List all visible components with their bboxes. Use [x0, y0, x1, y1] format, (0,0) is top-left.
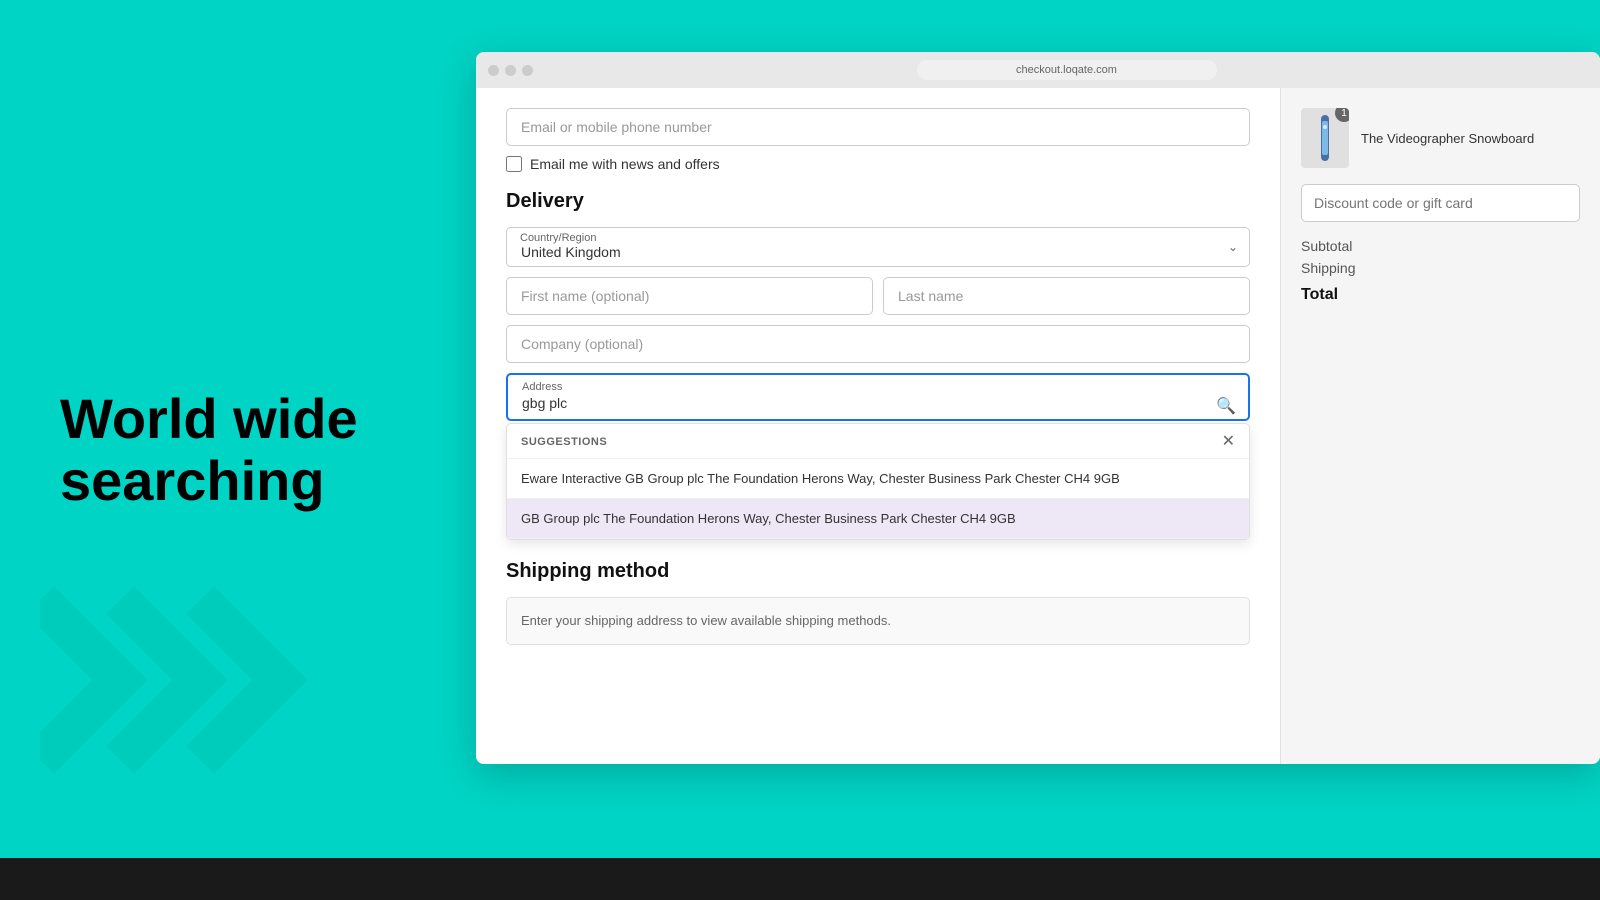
subtotal-label: Subtotal	[1301, 238, 1352, 254]
address-input[interactable]	[508, 393, 1204, 419]
order-totals: Subtotal Shipping Total	[1301, 238, 1580, 304]
discount-input[interactable]	[1301, 184, 1580, 222]
email-input[interactable]	[506, 108, 1250, 146]
hero-text: World wide searching	[60, 388, 480, 511]
search-icon: 🔍	[1216, 398, 1236, 415]
address-wrapper: Address 🔍 SUGGESTIONS ✕ Eware Interactiv	[506, 373, 1250, 540]
email-checkbox-row: Email me with news and offers	[506, 156, 1250, 172]
checkout-form: Email me with news and offers Delivery C…	[476, 88, 1280, 764]
browser-dot-yellow	[505, 65, 516, 76]
browser-dot-red	[488, 65, 499, 76]
bottom-bar	[0, 858, 1600, 900]
country-select[interactable]: United Kingdom	[506, 227, 1250, 267]
product-row: 1 The Videographer Snowboard	[1301, 108, 1580, 168]
country-select-wrapper: Country/Region United Kingdom ⌄	[506, 227, 1250, 267]
delivery-title: Delivery	[506, 190, 1250, 213]
email-field-wrapper	[506, 108, 1250, 146]
shipping-row: Shipping	[1301, 260, 1580, 276]
address-search-button[interactable]: 🔍	[1204, 396, 1248, 416]
shipping-info-box: Enter your shipping address to view avai…	[506, 597, 1250, 645]
email-checkbox-label: Email me with news and offers	[530, 156, 720, 172]
total-row: Total	[1301, 286, 1580, 304]
first-name-wrapper	[506, 277, 873, 315]
browser-dot-green	[522, 65, 533, 76]
product-image: 1	[1301, 108, 1349, 168]
company-input[interactable]	[506, 325, 1250, 363]
suggestions-header: SUGGESTIONS ✕	[507, 424, 1249, 459]
address-input-row: 🔍	[508, 393, 1248, 419]
total-label: Total	[1301, 286, 1338, 304]
suggestions-label: SUGGESTIONS	[521, 436, 607, 448]
product-thumbnail	[1311, 113, 1339, 163]
browser-titlebar: checkout.loqate.com	[476, 52, 1600, 88]
shipping-info-text: Enter your shipping address to view avai…	[521, 613, 891, 628]
address-field-container: Address 🔍	[506, 373, 1250, 421]
suggestion-item-2[interactable]: GB Group plc The Foundation Herons Way, …	[507, 499, 1249, 539]
browser-dots	[488, 65, 533, 76]
first-name-input[interactable]	[506, 277, 873, 315]
browser-content: Email me with news and offers Delivery C…	[476, 88, 1600, 764]
address-label: Address	[508, 375, 1248, 393]
last-name-wrapper	[883, 277, 1250, 315]
shipping-title: Shipping method	[506, 560, 1250, 583]
suggestions-close-button[interactable]: ✕	[1222, 434, 1235, 450]
email-checkbox[interactable]	[506, 156, 522, 172]
suggestions-dropdown: SUGGESTIONS ✕ Eware Interactive GB Group…	[506, 423, 1250, 540]
discount-field-wrapper	[1301, 184, 1580, 222]
subtotal-row: Subtotal	[1301, 238, 1580, 254]
last-name-input[interactable]	[883, 277, 1250, 315]
product-name: The Videographer Snowboard	[1361, 131, 1580, 146]
shipping-label: Shipping	[1301, 260, 1356, 276]
company-field-wrapper	[506, 325, 1250, 363]
browser-window: checkout.loqate.com Email me with news a…	[476, 52, 1600, 764]
order-sidebar: 1 The Videographer Snowboard Subtotal Sh…	[1280, 88, 1600, 764]
deco-chevrons	[40, 520, 340, 820]
browser-url: checkout.loqate.com	[917, 60, 1217, 80]
shipping-section: Shipping method Enter your shipping addr…	[506, 560, 1250, 645]
name-row	[506, 277, 1250, 315]
suggestion-item-1[interactable]: Eware Interactive GB Group plc The Found…	[507, 459, 1249, 499]
